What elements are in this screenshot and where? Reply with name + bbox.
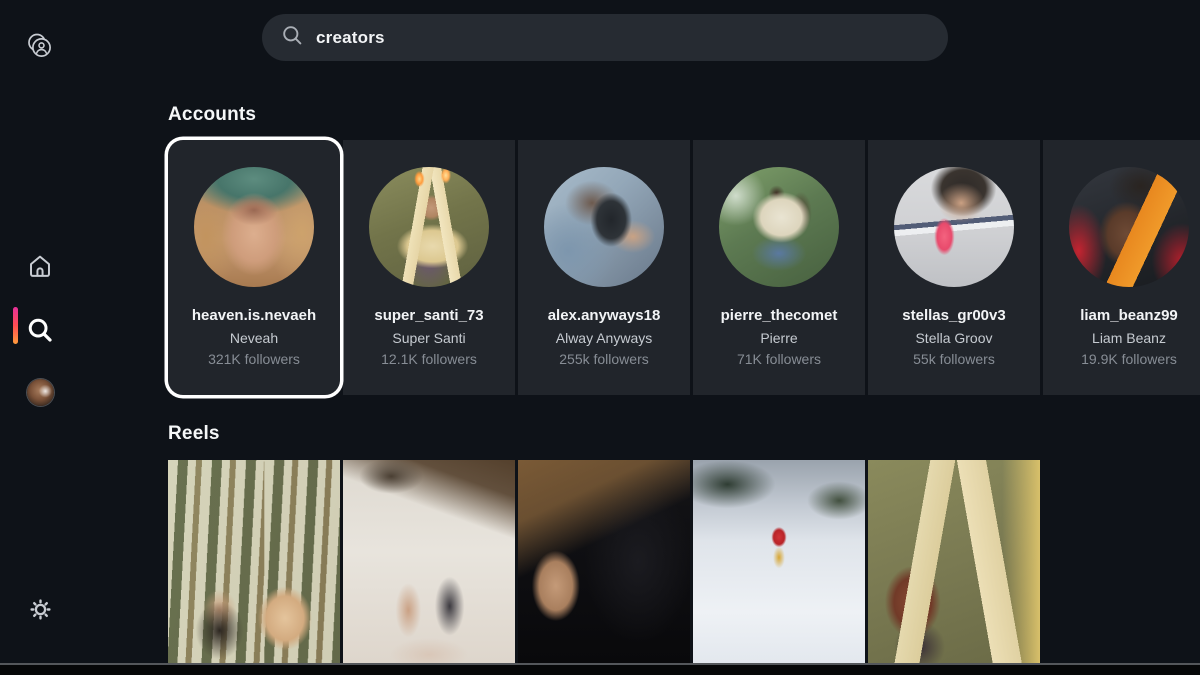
account-avatar — [194, 167, 314, 287]
account-card[interactable]: stellas_gr00v3 Stella Groov 55k follower… — [868, 140, 1040, 395]
account-fullname: Neveah — [229, 330, 279, 346]
account-card[interactable]: super_santi_73 Super Santi 12.1K followe… — [343, 140, 515, 395]
screen-bottom-bezel — [0, 663, 1200, 675]
account-avatar — [894, 167, 1014, 287]
account-username: alex.anyways18 — [547, 307, 661, 324]
account-avatar — [719, 167, 839, 287]
sidebar — [0, 0, 80, 675]
account-username: liam_beanz99 — [1080, 307, 1178, 324]
account-fullname: Super Santi — [392, 330, 466, 346]
account-fullname: Liam Beanz — [1092, 330, 1166, 346]
account-card[interactable]: liam_beanz99 Liam Beanz 19.9K followers — [1043, 140, 1200, 395]
account-switch-icon — [25, 31, 55, 61]
gear-icon — [27, 596, 54, 623]
account-username: super_santi_73 — [374, 307, 484, 324]
account-followers: 71K followers — [736, 351, 822, 367]
account-fullname: Stella Groov — [915, 330, 993, 346]
account-card[interactable]: pierre_thecomet Pierre 71K followers — [693, 140, 865, 395]
active-nav-indicator — [13, 307, 18, 344]
account-followers: 255k followers — [559, 351, 649, 367]
reels-heading: Reels — [168, 423, 220, 444]
account-card[interactable]: heaven.is.nevaeh Neveah 321K followers — [168, 140, 340, 395]
reels-row — [168, 460, 1040, 663]
account-username: pierre_thecomet — [720, 307, 838, 324]
home-nav-button[interactable] — [25, 251, 55, 281]
home-icon — [26, 252, 54, 280]
reel-thumbnail[interactable] — [168, 460, 340, 663]
accounts-heading: Accounts — [168, 104, 257, 125]
settings-button[interactable] — [25, 594, 55, 624]
search-nav-button[interactable] — [25, 315, 55, 345]
account-avatar — [544, 167, 664, 287]
account-avatar — [369, 167, 489, 287]
reel-thumbnail[interactable] — [693, 460, 865, 663]
account-switcher-button[interactable] — [25, 31, 55, 61]
account-followers: 55k followers — [913, 351, 995, 367]
reel-thumbnail[interactable] — [518, 460, 690, 663]
profile-avatar — [26, 378, 54, 406]
search-icon — [25, 315, 55, 345]
account-followers: 321K followers — [208, 351, 300, 367]
reel-thumbnail[interactable] — [343, 460, 515, 663]
account-fullname: Alway Anyways — [555, 330, 653, 346]
account-avatar — [1069, 167, 1189, 287]
account-fullname: Pierre — [760, 330, 798, 346]
profile-nav-button[interactable] — [25, 377, 55, 407]
account-username: heaven.is.nevaeh — [191, 307, 317, 324]
accounts-row: heaven.is.nevaeh Neveah 321K followers s… — [168, 140, 1200, 395]
account-followers: 19.9K followers — [1081, 351, 1177, 367]
search-icon — [280, 23, 304, 52]
search-input[interactable]: creators — [316, 28, 385, 48]
search-bar[interactable]: creators — [262, 14, 948, 61]
reel-thumbnail[interactable] — [868, 460, 1040, 663]
account-card[interactable]: alex.anyways18 Alway Anyways 255k follow… — [518, 140, 690, 395]
account-username: stellas_gr00v3 — [902, 307, 1006, 324]
account-followers: 12.1K followers — [381, 351, 477, 367]
